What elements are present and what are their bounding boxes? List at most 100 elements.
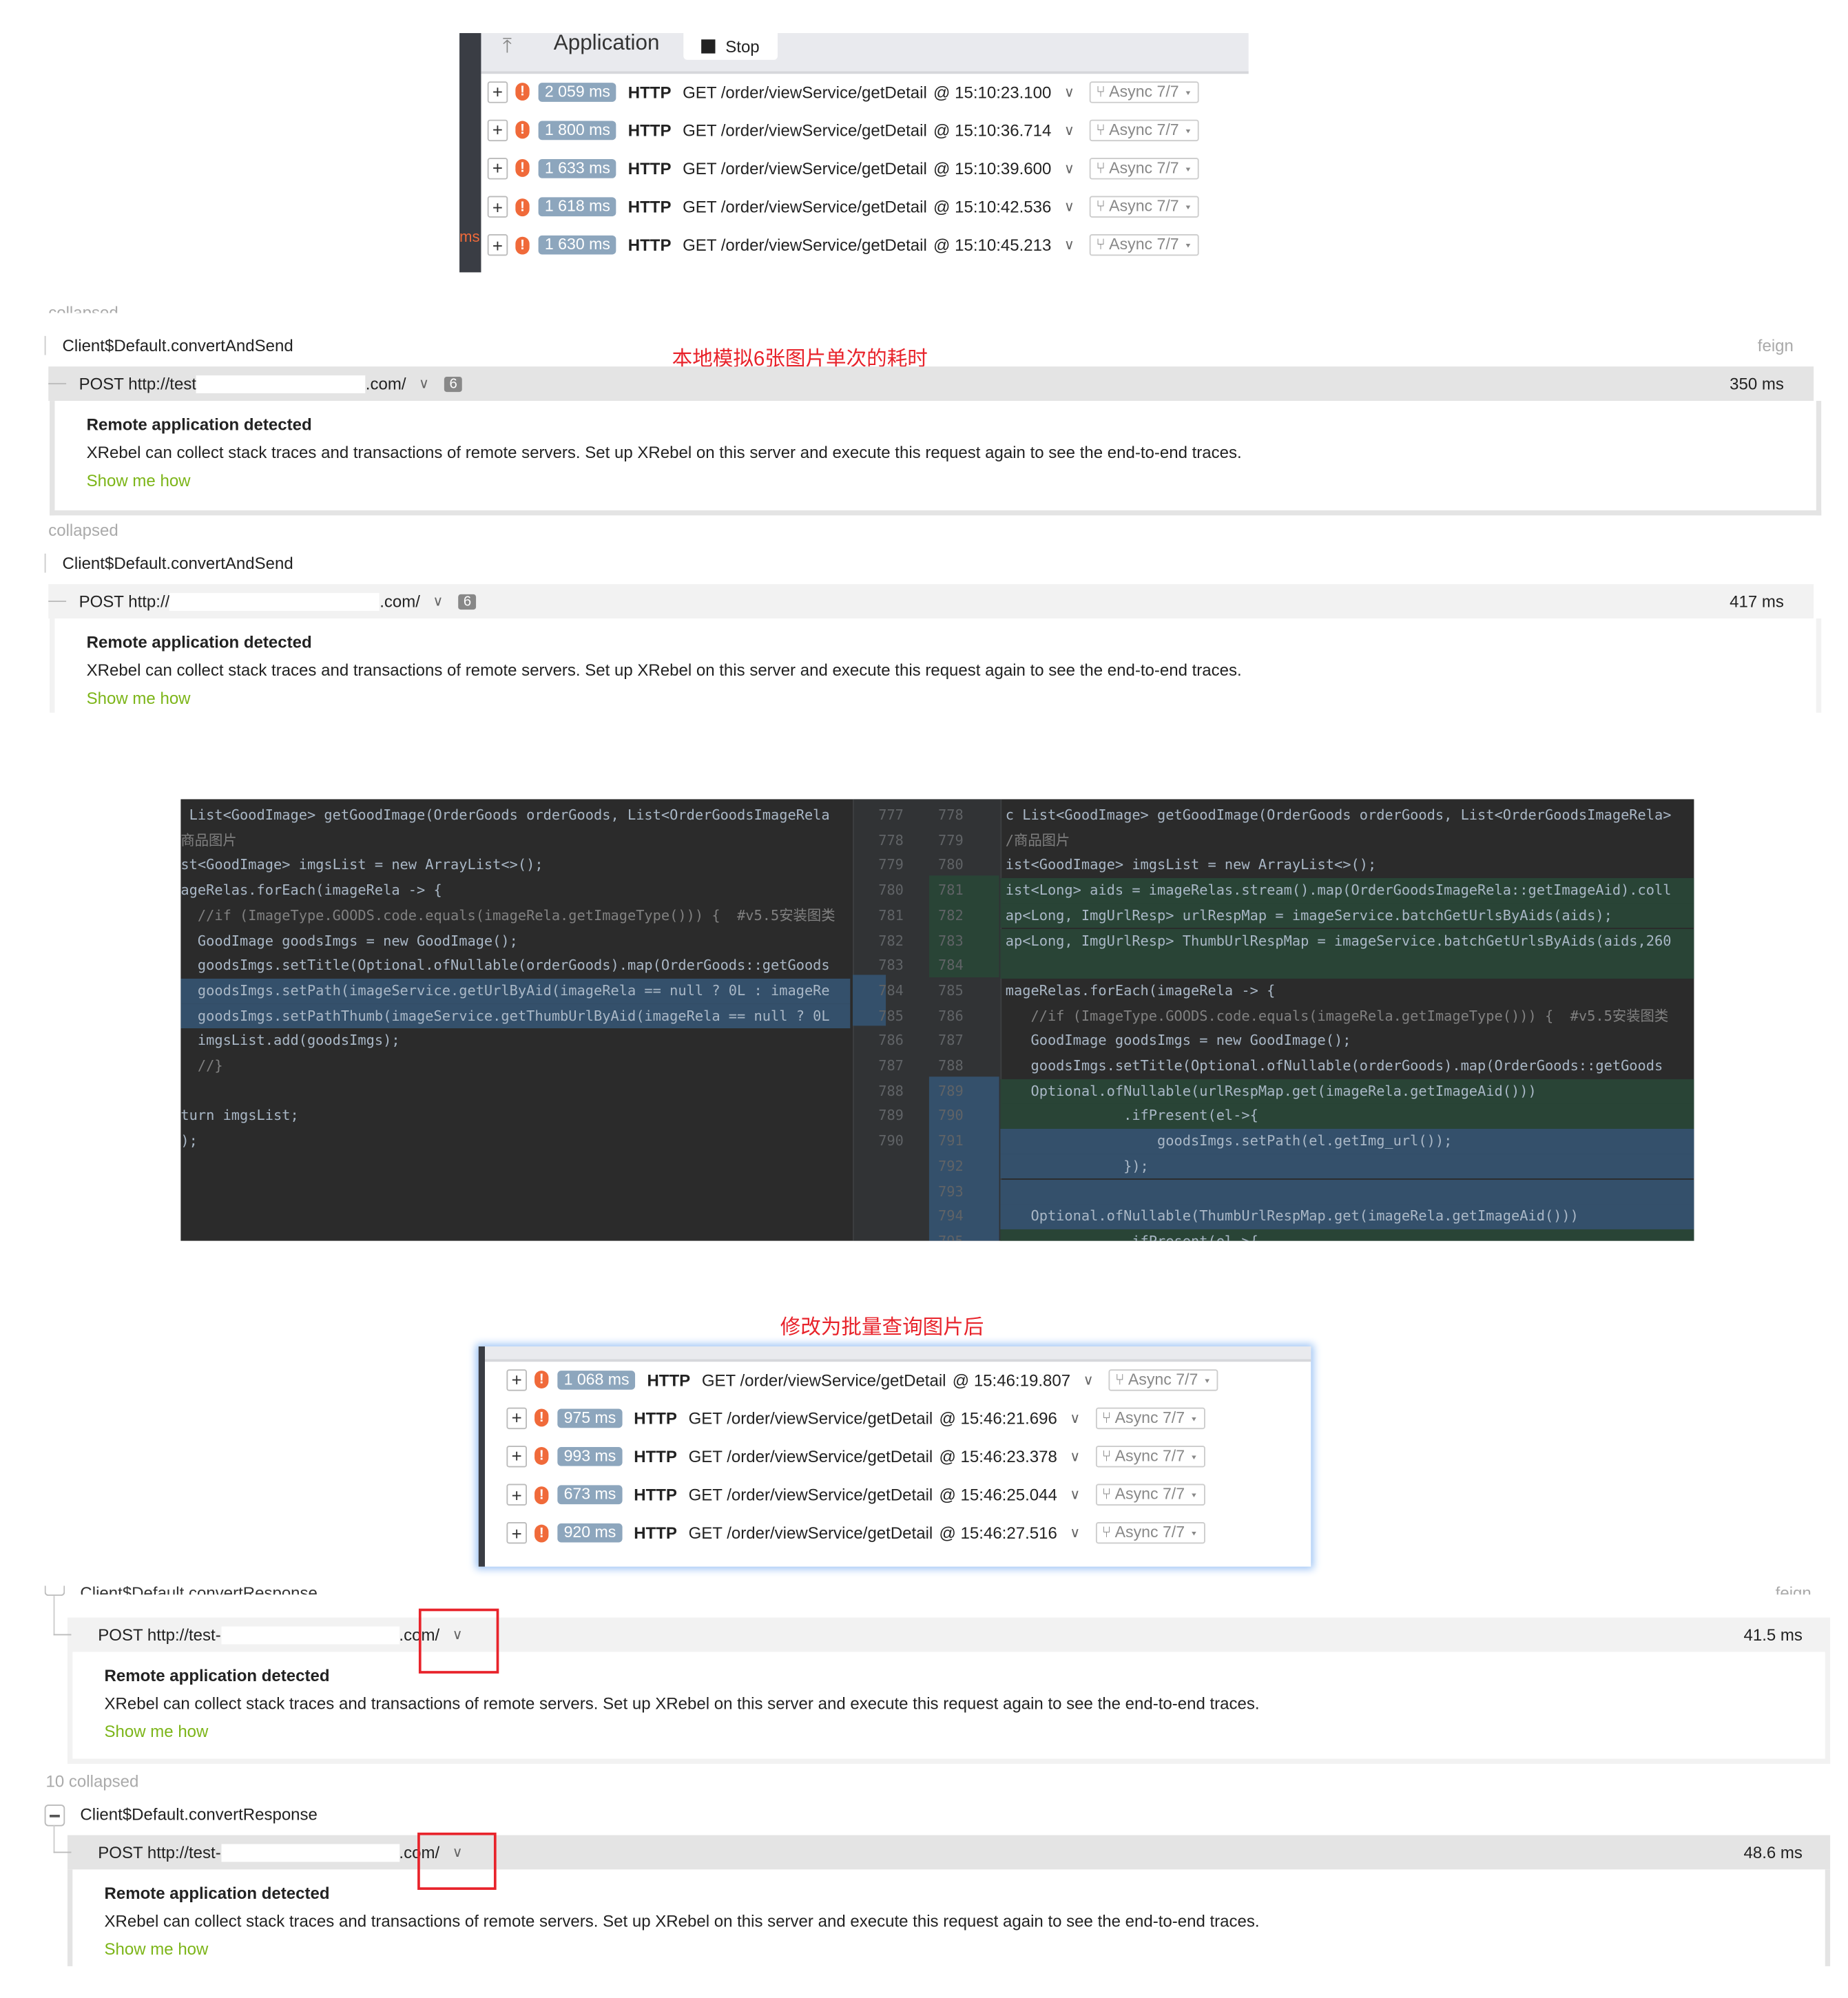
- code-line-left: turn imgsList;: [180, 1107, 299, 1125]
- collapse-toggle[interactable]: [44, 1585, 65, 1596]
- request-row[interactable]: +! 920 ms HTTP GET /order/viewService/getDe…: [506, 1519, 1205, 1548]
- async-dropdown[interactable]: ⑂ Async 7/7 ▾: [1095, 1445, 1205, 1468]
- request-path[interactable]: GET /order/viewService/getDetail: [683, 236, 927, 255]
- chevron-down-icon[interactable]: ∨: [1064, 237, 1074, 253]
- expand-plus-icon[interactable]: +: [487, 119, 508, 141]
- request-path[interactable]: GET /order/viewService/getDetail: [683, 121, 927, 140]
- code-line-right: ap<Long, ImgUrlResp> urlRespMap = imageS…: [1000, 903, 1694, 928]
- call-name[interactable]: Client$Default.convertResponse: [80, 1583, 317, 1595]
- line-number-right: 786: [938, 1007, 964, 1024]
- dropdown-arrow-icon: ▾: [1185, 1523, 1199, 1542]
- dropdown-arrow-icon: ▾: [1179, 82, 1193, 101]
- chevron-down-icon[interactable]: ∨: [1064, 160, 1074, 176]
- request-row[interactable]: +! 975 ms HTTP GET /order/viewService/getDe…: [506, 1404, 1205, 1432]
- chevron-down-icon[interactable]: ∨: [433, 593, 443, 610]
- line-number-left: 786: [878, 1032, 904, 1050]
- expand-plus-icon[interactable]: +: [506, 1522, 527, 1544]
- expand-plus-icon[interactable]: +: [487, 234, 508, 256]
- request-row[interactable]: +! 1 618 ms HTTP GET /order/viewService/get…: [487, 193, 1200, 221]
- expand-plus-icon[interactable]: +: [506, 1407, 527, 1429]
- collapsed-label[interactable]: 10 collapsed: [46, 1771, 139, 1791]
- request-row[interactable]: +! 993 ms HTTP GET /order/viewService/getDe…: [506, 1442, 1205, 1470]
- warning-icon: !: [534, 1408, 549, 1427]
- post-request-row[interactable]: POST http://test .com/ ∨ 6 350 ms: [48, 366, 1814, 402]
- timestamp: @ 15:46:23.378: [939, 1446, 1057, 1466]
- request-row[interactable]: +! 1 633 ms HTTP GET /order/viewService/get…: [487, 154, 1200, 183]
- chevron-down-icon[interactable]: ∨: [1070, 1486, 1080, 1503]
- upload-icon[interactable]: ⤒: [503, 36, 512, 59]
- line-number-left: 782: [878, 932, 904, 949]
- tree-line: [53, 1596, 55, 1636]
- expand-plus-icon[interactable]: +: [506, 1484, 527, 1506]
- show-me-how-link[interactable]: Show me how: [87, 471, 191, 490]
- dropdown-arrow-icon: ▾: [1185, 1485, 1199, 1503]
- chevron-down-icon[interactable]: ∨: [1083, 1371, 1094, 1388]
- request-path[interactable]: GET /order/viewService/getDetail: [689, 1447, 933, 1466]
- request-row[interactable]: +! 673 ms HTTP GET /order/viewService/getDe…: [506, 1481, 1205, 1509]
- branch-icon: ⑂: [1101, 1408, 1115, 1426]
- async-dropdown[interactable]: ⑂ Async 7/7 ▾: [1089, 81, 1200, 103]
- protocol-label: HTTP: [634, 1446, 677, 1466]
- chevron-down-icon[interactable]: ∨: [419, 375, 429, 392]
- chevron-down-icon[interactable]: ∨: [1064, 198, 1074, 215]
- duration-badge: 993 ms: [557, 1446, 623, 1466]
- async-dropdown[interactable]: ⑂ Async 7/7 ▾: [1095, 1522, 1205, 1544]
- request-path[interactable]: GET /order/viewService/getDetail: [702, 1370, 946, 1389]
- expand-plus-icon[interactable]: +: [487, 157, 508, 180]
- show-me-how-link[interactable]: Show me how: [87, 689, 191, 708]
- stop-button[interactable]: Stop: [683, 33, 778, 60]
- request-path[interactable]: GET /order/viewService/getDetail: [683, 82, 927, 101]
- async-dropdown[interactable]: ⑂ Async 7/7 ▾: [1095, 1484, 1205, 1506]
- expand-plus-icon[interactable]: +: [487, 196, 508, 218]
- async-dropdown[interactable]: ⑂ Async 7/7 ▾: [1089, 157, 1200, 180]
- code-line-right: c List<GoodImage> getGoodImage(OrderGood…: [1005, 807, 1672, 824]
- request-row[interactable]: +! 1 630 ms HTTP GET /order/viewService/get…: [487, 231, 1200, 260]
- request-path[interactable]: GET /order/viewService/getDetail: [689, 1486, 933, 1505]
- chevron-down-icon[interactable]: ∨: [1070, 1410, 1080, 1426]
- line-number-left: 789: [878, 1107, 904, 1125]
- show-me-how-link[interactable]: Show me how: [105, 1939, 209, 1959]
- remote-title: Remote application detected: [86, 632, 312, 652]
- call-name[interactable]: Client$Default.convertAndSend: [63, 336, 293, 355]
- async-label: Async 7/7: [1109, 120, 1179, 138]
- code-line-left: goodsImgs.setTitle(Optional.ofNullable(o…: [180, 957, 830, 974]
- request-row[interactable]: +! 1 068 ms HTTP GET /order/viewService/get…: [506, 1366, 1218, 1394]
- chevron-down-icon[interactable]: ∨: [1070, 1448, 1080, 1464]
- protocol-label: HTTP: [627, 82, 672, 101]
- chevron-down-icon[interactable]: ∨: [1064, 83, 1074, 100]
- post-request-row[interactable]: POST http:// .com/ ∨ 6 417 ms: [48, 584, 1814, 619]
- tab-application[interactable]: Application: [554, 30, 660, 56]
- request-row[interactable]: +! 2 059 ms HTTP GET /order/viewService/get…: [487, 78, 1200, 106]
- code-line-right: Optional.ofNullable(urlRespMap.get(image…: [1000, 1079, 1694, 1104]
- request-row[interactable]: +! 1 800 ms HTTP GET /order/viewService/get…: [487, 116, 1200, 144]
- request-path[interactable]: GET /order/viewService/getDetail: [683, 198, 927, 217]
- call-name[interactable]: Client$Default.convertResponse: [80, 1804, 317, 1824]
- show-me-how-link[interactable]: Show me how: [105, 1722, 209, 1741]
- remote-title: Remote application detected: [104, 1665, 330, 1685]
- duration-badge: 2 059 ms: [538, 82, 617, 101]
- warning-icon: !: [534, 1371, 549, 1388]
- async-dropdown[interactable]: ⑂ Async 7/7 ▾: [1089, 234, 1200, 256]
- chevron-down-icon[interactable]: ∨: [1064, 122, 1074, 138]
- collapsed-label[interactable]: collapsed: [48, 521, 118, 540]
- call-name[interactable]: Client$Default.convertAndSend: [63, 554, 293, 573]
- branch-icon: ⑂: [1101, 1523, 1115, 1542]
- request-path[interactable]: GET /order/viewService/getDetail: [689, 1408, 933, 1428]
- dropdown-arrow-icon: ▾: [1179, 197, 1193, 216]
- async-dropdown[interactable]: ⑂ Async 7/7 ▾: [1095, 1407, 1205, 1429]
- expand-plus-icon[interactable]: +: [506, 1445, 527, 1468]
- post-request-row[interactable]: POST http://test- .com/ ∨ 41.5 ms: [53, 1617, 1831, 1652]
- post-request-row[interactable]: POST http://test- .com/ ∨ 48.6 ms: [53, 1835, 1831, 1870]
- request-path[interactable]: GET /order/viewService/getDetail: [683, 159, 927, 178]
- request-path[interactable]: GET /order/viewService/getDetail: [689, 1523, 933, 1543]
- async-dropdown[interactable]: ⑂ Async 7/7 ▾: [1089, 119, 1200, 141]
- expand-plus-icon[interactable]: +: [487, 81, 508, 103]
- chevron-down-icon[interactable]: ∨: [1070, 1525, 1080, 1541]
- expand-plus-icon[interactable]: +: [506, 1369, 527, 1391]
- code-line-left: List<GoodImage> getGoodImage(OrderGoods …: [180, 807, 830, 824]
- collapse-toggle-minus[interactable]: [44, 1804, 65, 1827]
- request-list-after: +! 1 068 ms HTTP GET /order/viewService/get…: [478, 1346, 1311, 1567]
- async-dropdown[interactable]: ⑂ Async 7/7 ▾: [1089, 196, 1200, 218]
- async-dropdown[interactable]: ⑂ Async 7/7 ▾: [1108, 1369, 1218, 1391]
- timestamp: @ 15:10:42.536: [933, 197, 1052, 217]
